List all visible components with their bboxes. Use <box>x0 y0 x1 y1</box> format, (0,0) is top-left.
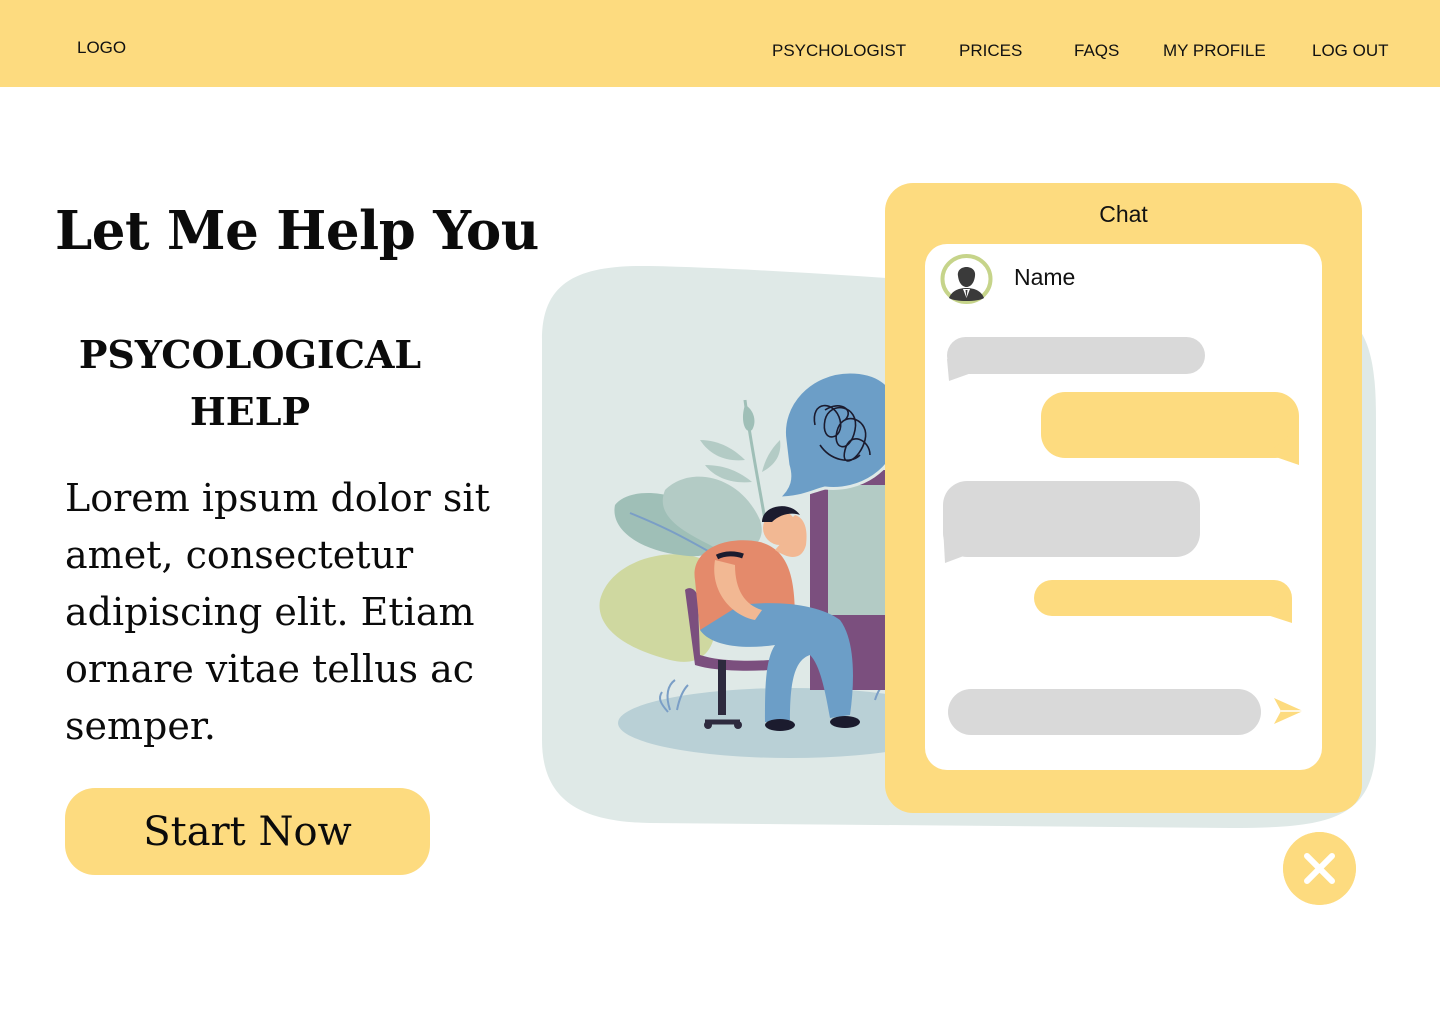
message-received-1 <box>947 337 1205 381</box>
nav-prices[interactable]: PRICES <box>959 41 1022 61</box>
user-avatar-icon[interactable] <box>940 254 993 304</box>
hero-subtitle: PSYCOLOGICAL HELP <box>78 332 422 434</box>
message-received-2 <box>943 481 1200 563</box>
start-now-button[interactable]: Start Now <box>65 788 430 875</box>
hero-description: Lorem ipsum dolor sit amet, consectetur … <box>65 476 490 748</box>
nav-my-profile[interactable]: MY PROFILE <box>1163 41 1266 61</box>
message-input[interactable] <box>948 689 1261 735</box>
nav-faqs[interactable]: FAQS <box>1074 41 1119 61</box>
nav-log-out[interactable]: LOG OUT <box>1312 41 1389 61</box>
chat-title: Chat <box>1099 201 1148 227</box>
close-icon[interactable] <box>1283 832 1356 905</box>
contact-name: Name <box>1014 264 1076 290</box>
send-icon[interactable] <box>1272 696 1304 726</box>
chat-window: Chat Name <box>885 183 1362 813</box>
hero-title: Let Me Help You <box>55 200 539 262</box>
nav-psychologist[interactable]: PSYCHOLOGIST <box>772 41 906 61</box>
chat-body: Name <box>925 244 1322 770</box>
message-sent-1 <box>1041 392 1299 465</box>
top-navigation-bar: LOGO PSYCHOLOGIST PRICES FAQS MY PROFILE… <box>0 0 1440 87</box>
message-sent-2 <box>1034 580 1292 623</box>
logo[interactable]: LOGO <box>77 38 126 58</box>
